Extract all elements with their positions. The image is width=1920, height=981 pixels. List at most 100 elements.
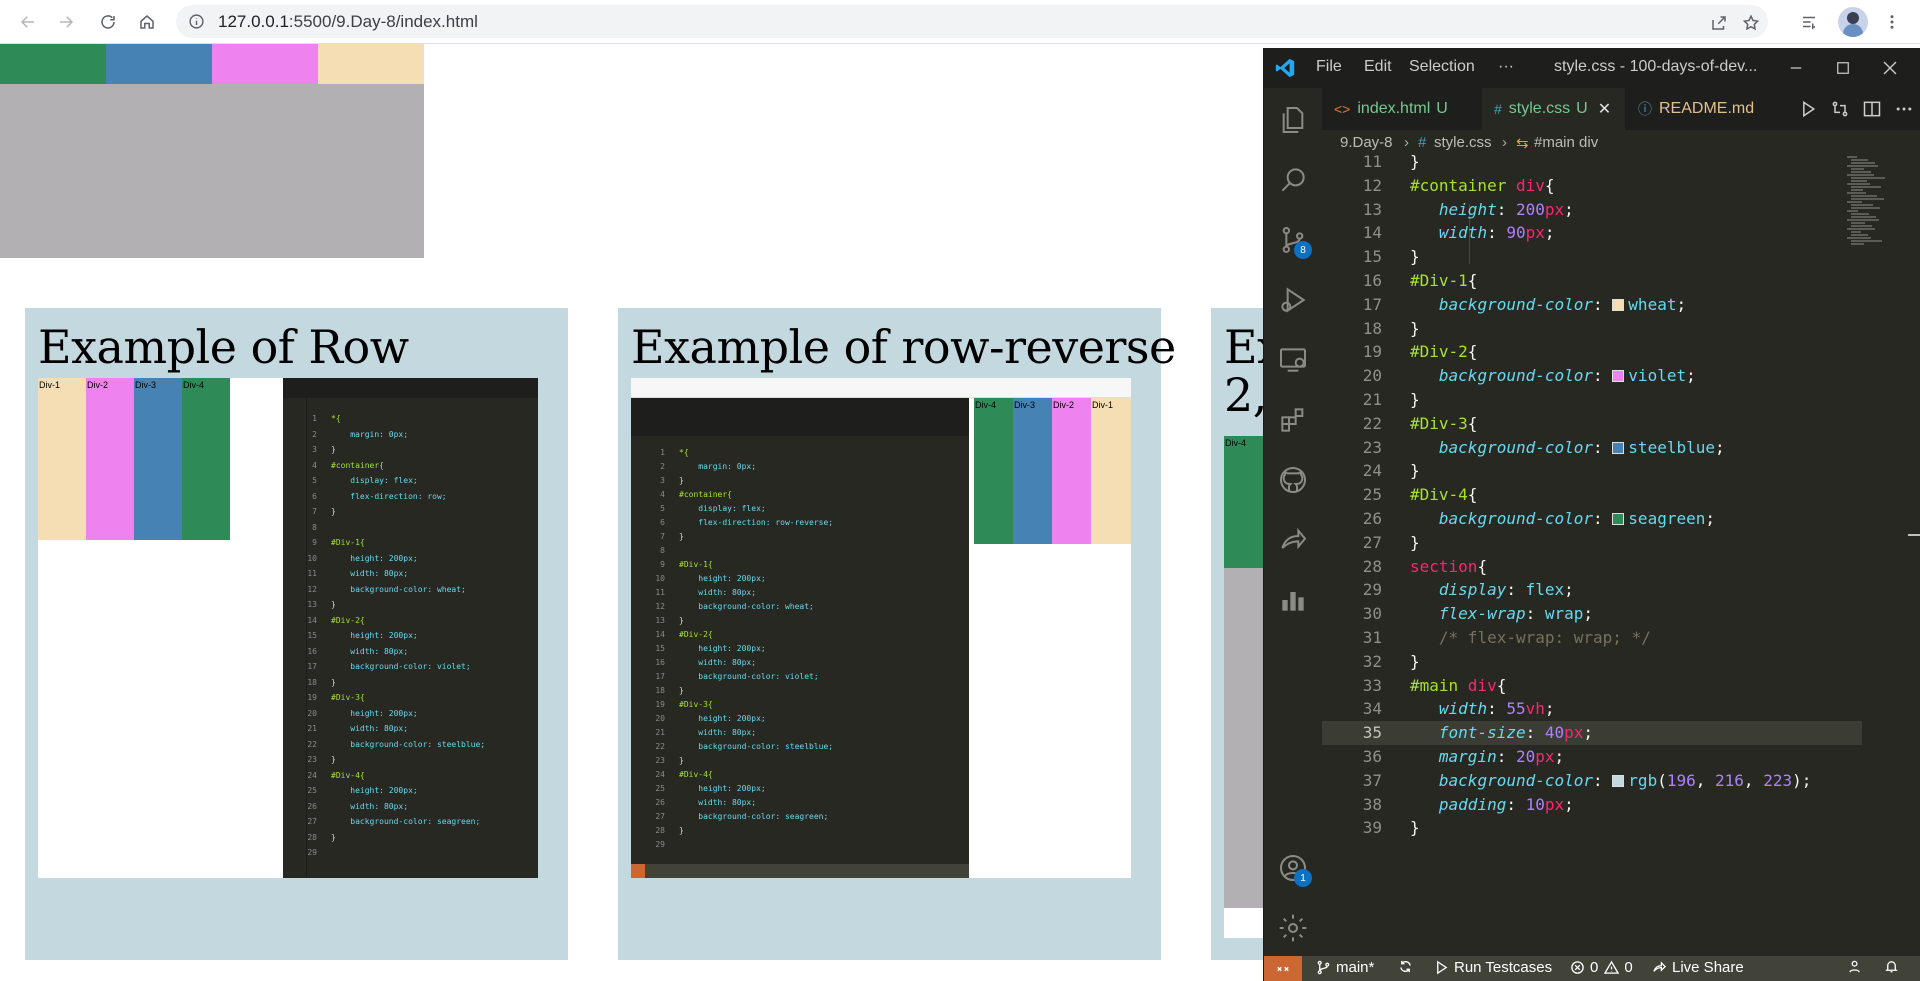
mini-code-line: 6 flex-direction: row-reverse; [660, 518, 834, 527]
color-swatch[interactable] [1612, 513, 1625, 525]
code-line[interactable]: 14 width: 90px; [1322, 221, 1862, 245]
mini-code-line: 26 width: 80px; [655, 798, 757, 807]
color-swatch[interactable] [1612, 774, 1625, 787]
color-swatch[interactable] [1612, 441, 1625, 454]
top-gray-block [0, 84, 424, 258]
remote-explorer-button[interactable] [1277, 344, 1309, 376]
code-line[interactable]: 11} [1322, 150, 1862, 174]
run-icon[interactable] [1798, 99, 1818, 119]
share-icon[interactable] [1710, 14, 1728, 32]
code-line[interactable]: 16 #Div-1{ [1322, 269, 1862, 293]
bookmark-star-icon[interactable] [1742, 14, 1760, 32]
site-info-icon[interactable] [188, 13, 205, 30]
minimap[interactable] [1847, 156, 1907, 256]
code-text: background-color: rgb(196, 216, 223); [1438, 770, 1812, 790]
home-button[interactable] [131, 6, 163, 38]
problems-status[interactable]: 0 0 [1570, 959, 1633, 976]
close-window-button[interactable] [1876, 54, 1904, 82]
manage-button[interactable] [1277, 912, 1309, 944]
minimap-line [1847, 210, 1858, 212]
run-debug-button[interactable] [1277, 284, 1309, 316]
branch-name: main* [1336, 959, 1375, 976]
compare-changes-icon[interactable] [1830, 99, 1850, 119]
code-line[interactable]: 17 background-color: wheat; [1322, 293, 1862, 317]
code-text: } [1410, 247, 1420, 267]
code-editor[interactable]: 11} 12 #container div{13 height: 200px; 14 … [1322, 152, 1920, 941]
breadcrumb-file[interactable]: style.css [1434, 134, 1492, 151]
code-line[interactable]: 22 #Div-3{ [1322, 412, 1862, 436]
menu-file[interactable]: File [1316, 58, 1342, 76]
code-line[interactable]: 35 font-size: 40px; [1322, 721, 1862, 746]
code-line[interactable]: 13 height: 200px; [1322, 198, 1862, 222]
code-line[interactable]: 19 #Div-2{ [1322, 340, 1862, 364]
source-control-button[interactable]: 8 [1277, 224, 1312, 259]
branch-status[interactable]: main* [1316, 959, 1374, 976]
code-line[interactable]: 23 background-color: steelblue; [1322, 436, 1862, 460]
code-line[interactable]: 27} [1322, 531, 1862, 555]
live-share-icon [1281, 527, 1307, 550]
code-line[interactable]: 21} [1322, 388, 1862, 412]
mini-editor-screenshot: 1 *{2 margin: 0px; 3} 4 #container{5 display… [631, 398, 969, 878]
code-line[interactable]: 34 width: 55vh; [1322, 697, 1862, 721]
reload-button[interactable] [92, 6, 124, 38]
tab-close-icon[interactable]: ✕ [1598, 99, 1611, 119]
back-button[interactable] [12, 6, 44, 38]
color-swatch[interactable] [1612, 298, 1625, 311]
code-line[interactable]: 25 #Div-4{ [1322, 483, 1862, 507]
breadcrumb-symbol[interactable]: #main div [1534, 134, 1598, 151]
explorer-button[interactable] [1277, 104, 1309, 136]
notifications-status[interactable] [1884, 959, 1904, 974]
reading-list-button[interactable] [1795, 8, 1823, 36]
mini-code-line: 2 margin: 0px; [660, 462, 757, 471]
code-line[interactable]: 37 background-color: rgb(196, 216, 223); [1322, 769, 1862, 793]
tab-readme-md[interactable]: ⓘ README.md [1626, 88, 1789, 130]
forward-button[interactable] [50, 6, 82, 38]
remote-indicator[interactable] [1264, 956, 1302, 981]
scrollbar-marker[interactable] [1908, 534, 1920, 536]
code-line[interactable]: 38 padding: 10px; [1322, 793, 1862, 817]
menu-edit[interactable]: Edit [1364, 58, 1392, 76]
tab-style-css[interactable]: # style.css U ✕ [1482, 88, 1625, 130]
address-bar[interactable]: 127.0.0.1:5500/9.Day-8/index.html [176, 5, 1768, 38]
minimize-button[interactable] [1782, 54, 1810, 82]
color-swatch[interactable] [1612, 370, 1625, 383]
code-line[interactable]: 31 /* flex-wrap: wrap; */ [1322, 626, 1862, 650]
code-line[interactable]: 33 #main div{ [1322, 674, 1862, 698]
charts-button[interactable] [1277, 584, 1309, 616]
menu-more[interactable]: ··· [1498, 58, 1514, 76]
profile-avatar[interactable] [1838, 7, 1868, 37]
github-button[interactable] [1277, 464, 1309, 496]
code-line[interactable]: 26 background-color: seagreen; [1322, 507, 1862, 531]
remote-explorer-icon [1280, 348, 1306, 372]
more-actions-icon[interactable] [1894, 99, 1914, 119]
menu-selection[interactable]: Selection [1409, 58, 1475, 76]
browser-menu-button[interactable] [1878, 8, 1906, 36]
code-line[interactable]: 32} [1322, 650, 1862, 674]
run-testcases-button[interactable]: Run Testcases [1434, 959, 1552, 976]
code-line[interactable]: 20 background-color: violet; [1322, 364, 1862, 388]
code-line[interactable]: 39} [1322, 816, 1862, 840]
accounts-button[interactable]: 1 [1277, 852, 1312, 887]
split-editor-icon[interactable] [1862, 99, 1882, 119]
sync-status[interactable] [1398, 959, 1418, 974]
maximize-button[interactable] [1829, 54, 1857, 82]
extensions-button[interactable] [1277, 404, 1309, 436]
accounts-status[interactable] [1848, 959, 1868, 974]
code-line[interactable]: 36 margin: 20px; [1322, 745, 1862, 769]
breadcrumb-folder[interactable]: 9.Day-8 [1340, 134, 1393, 151]
code-line[interactable]: 28 section{ [1322, 555, 1862, 579]
code-line[interactable]: 15} [1322, 245, 1862, 269]
scm-badge: 8 [1294, 241, 1312, 259]
code-line[interactable]: 12 #container div{ [1322, 174, 1862, 198]
code-line[interactable]: 24} [1322, 459, 1862, 483]
code-line[interactable]: 30 flex-wrap: wrap; [1322, 602, 1862, 626]
code-text: /* flex-wrap: wrap; */ [1438, 628, 1651, 647]
tab-index-html[interactable]: <> index.html U [1322, 88, 1479, 130]
code-text: background-color: wheat; [1438, 294, 1687, 314]
code-line[interactable]: 29 display: flex; [1322, 578, 1862, 602]
search-button[interactable] [1277, 164, 1309, 196]
line-number: 21 [1362, 390, 1382, 409]
live-share-button[interactable] [1277, 524, 1309, 556]
live-share-status[interactable]: Live Share [1652, 959, 1744, 976]
code-line[interactable]: 18} [1322, 317, 1862, 341]
